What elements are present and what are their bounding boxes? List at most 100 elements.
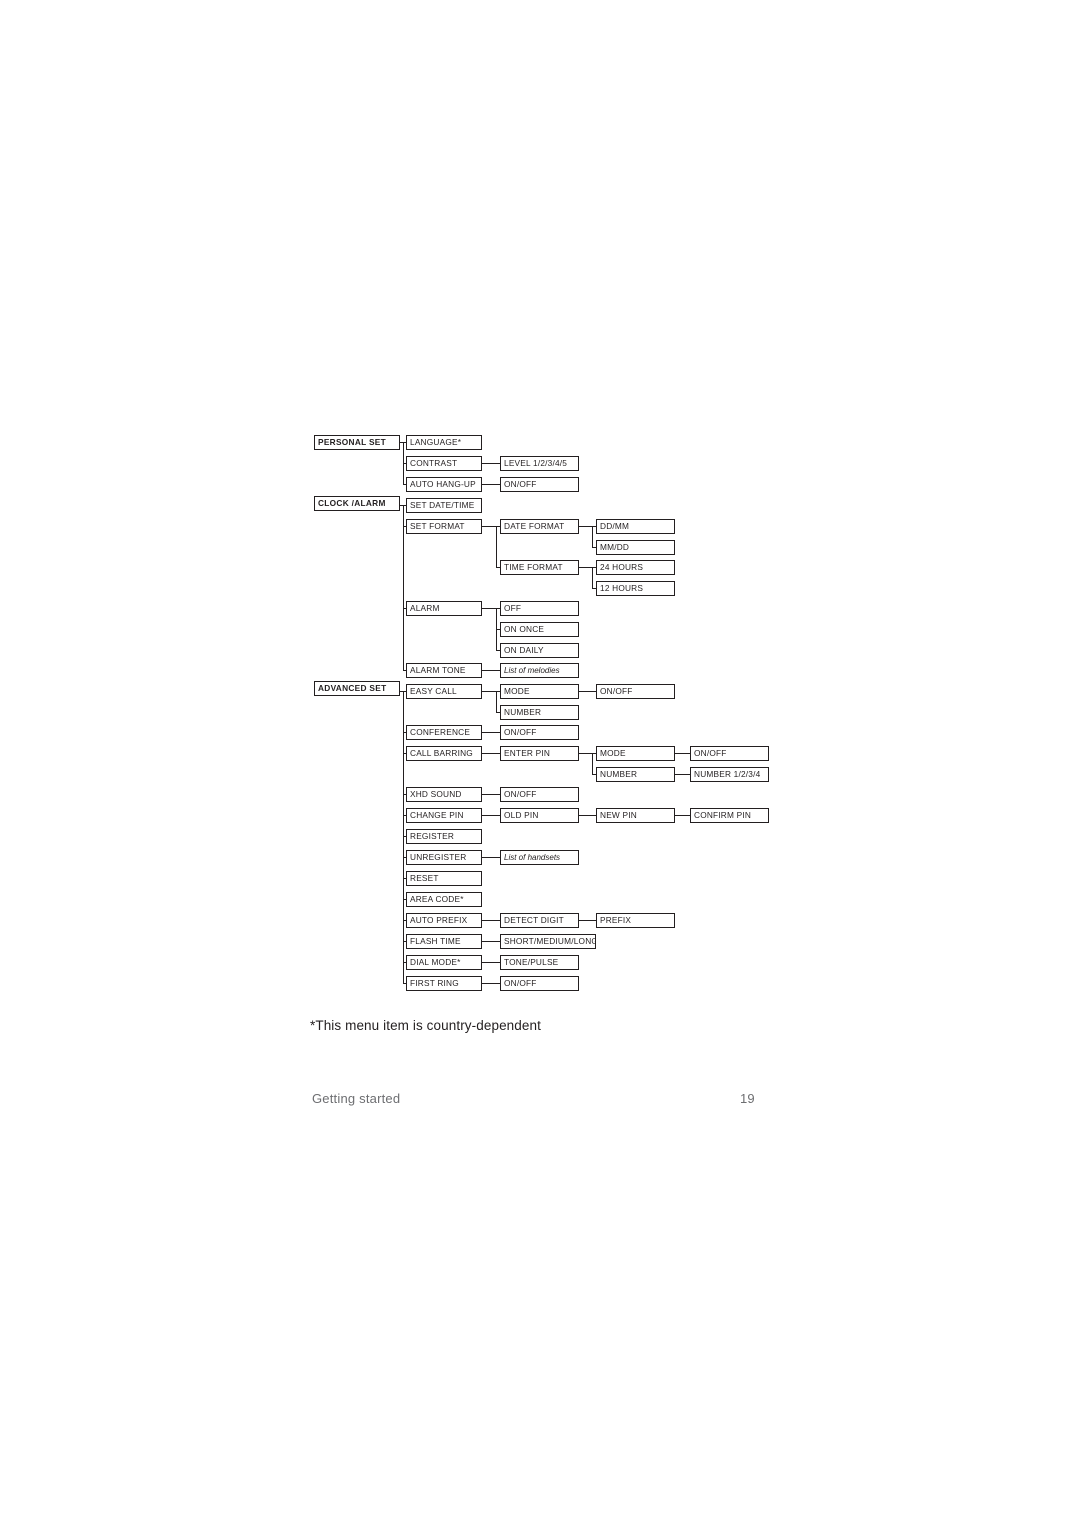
connector — [675, 774, 690, 775]
connector — [675, 815, 690, 816]
connector — [400, 691, 406, 692]
node-prefix: PREFIX — [596, 913, 675, 928]
connector — [592, 774, 596, 775]
connector — [400, 442, 406, 443]
connector — [496, 526, 497, 567]
connector — [482, 753, 500, 754]
node-alarm-off: OFF — [500, 601, 579, 616]
node-conference-onoff: ON/OFF — [500, 725, 579, 740]
node-confirm-pin: CONFIRM PIN — [690, 808, 769, 823]
node-alarm-tone: ALARM TONE — [406, 663, 482, 678]
connector — [496, 650, 500, 651]
node-first-ring: FIRST RING — [406, 976, 482, 991]
node-set-date-time: SET DATE/TIME — [406, 498, 482, 513]
connector — [482, 608, 500, 609]
node-conference: CONFERENCE — [406, 725, 482, 740]
node-personal-set: PERSONAL SET — [314, 435, 400, 450]
node-register: REGISTER — [406, 829, 482, 844]
connector — [403, 857, 406, 858]
node-old-pin: OLD PIN — [500, 808, 579, 823]
node-area-code: AREA CODE* — [406, 892, 482, 907]
node-xhd-sound-onoff: ON/OFF — [500, 787, 579, 802]
node-list-of-melodies: List of melodies — [500, 663, 579, 678]
connector — [482, 691, 500, 692]
connector — [592, 526, 593, 547]
connector — [482, 484, 500, 485]
node-unregister: UNREGISTER — [406, 850, 482, 865]
footer-page-number: 19 — [740, 1091, 755, 1106]
footnote-country-dependent: *This menu item is country-dependent — [310, 1018, 541, 1033]
connector — [579, 753, 596, 754]
connector — [482, 526, 500, 527]
node-advanced-set: ADVANCED SET — [314, 681, 400, 696]
node-auto-hang-up-onoff: ON/OFF — [500, 477, 579, 492]
node-mm-dd: MM/DD — [596, 540, 675, 555]
connector — [403, 815, 406, 816]
node-contrast: CONTRAST — [406, 456, 482, 471]
connector — [403, 753, 406, 754]
connector — [403, 505, 404, 670]
node-dial-mode: DIAL MODE* — [406, 955, 482, 970]
node-alarm-on-daily: ON DAILY — [500, 643, 579, 658]
connector — [403, 962, 406, 963]
connector — [403, 526, 406, 527]
connector — [482, 732, 500, 733]
connector — [403, 983, 406, 984]
node-new-pin: NEW PIN — [596, 808, 675, 823]
connector — [403, 732, 406, 733]
connector — [579, 526, 596, 527]
node-flash-time-values: SHORT/MEDIUM/LONG — [500, 934, 596, 949]
node-clock-alarm: CLOCK /ALARM — [314, 496, 400, 511]
connector — [403, 794, 406, 795]
connector — [403, 463, 406, 464]
connector — [403, 920, 406, 921]
connector — [592, 567, 593, 588]
connector — [496, 712, 500, 713]
connector — [400, 505, 406, 506]
node-barring-mode-onoff: ON/OFF — [690, 746, 769, 761]
node-tone-pulse: TONE/PULSE — [500, 955, 579, 970]
connector — [403, 836, 406, 837]
connector — [592, 753, 593, 774]
connector — [592, 547, 596, 548]
connector — [496, 567, 500, 568]
connector — [482, 920, 500, 921]
node-dd-mm: DD/MM — [596, 519, 675, 534]
connector — [482, 670, 500, 671]
node-level: LEVEL 1/2/3/4/5 — [500, 456, 579, 471]
connector — [579, 920, 596, 921]
node-detect-digit: DETECT DIGIT — [500, 913, 579, 928]
node-alarm-on-once: ON ONCE — [500, 622, 579, 637]
connector — [482, 962, 500, 963]
node-barring-number: NUMBER — [596, 767, 675, 782]
connector — [403, 878, 406, 879]
connector — [496, 691, 497, 712]
connector — [579, 567, 596, 568]
node-barring-mode: MODE — [596, 746, 675, 761]
node-easy-call-mode: MODE — [500, 684, 579, 699]
node-easy-call-mode-onoff: ON/OFF — [596, 684, 675, 699]
connector — [403, 608, 406, 609]
node-enter-pin: ENTER PIN — [500, 746, 579, 761]
node-easy-call-number: NUMBER — [500, 705, 579, 720]
connector — [482, 463, 500, 464]
connector — [482, 941, 500, 942]
node-call-barring: CALL BARRING — [406, 746, 482, 761]
connector — [482, 983, 500, 984]
node-flash-time: FLASH TIME — [406, 934, 482, 949]
connector — [403, 670, 406, 671]
node-time-format: TIME FORMAT — [500, 560, 579, 575]
connector — [403, 941, 406, 942]
connector — [403, 484, 406, 485]
connector — [403, 899, 406, 900]
page-canvas: PERSONAL SET CLOCK /ALARM ADVANCED SET L… — [0, 0, 1080, 1528]
node-alarm: ALARM — [406, 601, 482, 616]
connector — [482, 815, 500, 816]
node-auto-prefix: AUTO PREFIX — [406, 913, 482, 928]
menu-tree-diagram: PERSONAL SET CLOCK /ALARM ADVANCED SET L… — [310, 430, 830, 1000]
footer-section-label: Getting started — [312, 1091, 401, 1106]
connector — [403, 691, 404, 983]
node-easy-call: EASY CALL — [406, 684, 482, 699]
connector — [579, 691, 596, 692]
connector — [579, 815, 596, 816]
